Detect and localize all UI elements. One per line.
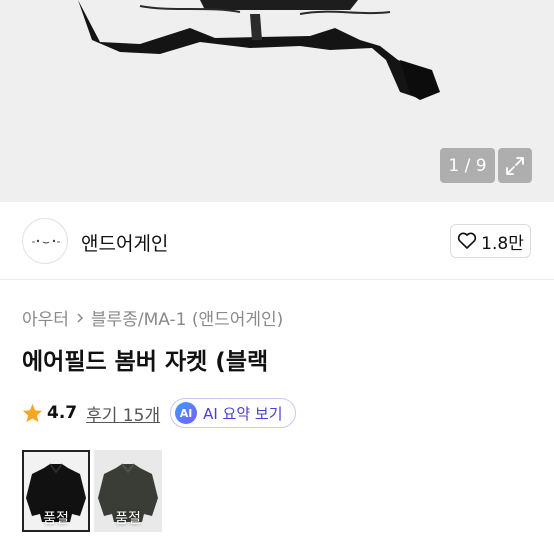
seller-avatar[interactable] [22,218,68,264]
expand-icon[interactable] [498,148,532,183]
ai-summary-label: AI 요약 보기 [203,404,283,423]
rating-value: 4.7 [47,403,78,423]
option-thumbnail-black[interactable]: 품절 [22,450,90,532]
heart-icon [458,232,477,249]
image-counter: 1 / 9 [440,148,495,183]
rating-row: 4.7 후기 15개 AI AI 요약 보기 [22,398,296,428]
product-title: 에어필드 봄버 자켓 (블랙 [22,349,269,375]
seller-row: 앤드어게인 1.8만 [0,202,554,280]
ai-icon: AI [175,402,198,424]
product-image-gallery[interactable]: 1 / 9 [0,0,554,202]
breadcrumb-item-subcategory[interactable]: 블루종/MA-1 (앤드어게인) [91,305,283,330]
soldout-label: 품절 [43,511,69,527]
seller-name[interactable]: 앤드어게인 [81,229,168,256]
option-thumbnail-khaki[interactable]: 품절 [94,450,162,532]
breadcrumb-item-category[interactable]: 아우터 [22,305,69,330]
ai-summary-button[interactable]: AI AI 요약 보기 [170,398,296,428]
soldout-label: 품절 [115,511,141,527]
star-icon [22,403,43,423]
like-button[interactable]: 1.8만 [450,224,531,258]
review-link[interactable]: 후기 15개 [86,401,160,426]
chevron-right-icon [77,312,83,323]
option-thumbnails: 품절 품절 [22,450,162,532]
like-count: 1.8만 [481,233,524,254]
breadcrumb: 아우터 블루종/MA-1 (앤드어게인) [22,305,283,330]
